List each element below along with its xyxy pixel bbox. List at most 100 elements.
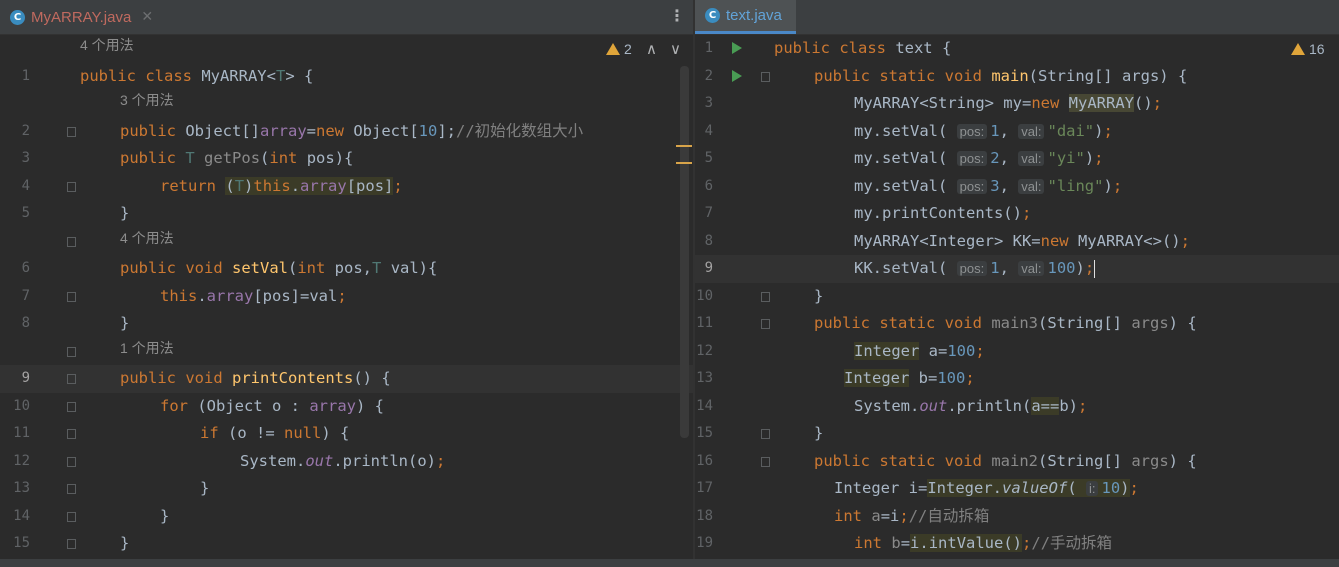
code-line[interactable]: 9 KK.setVal( pos: 1, val: 100); — [695, 255, 1339, 283]
code-line[interactable]: 18 int a=i;//自动拆箱 — [695, 503, 1339, 531]
code-line[interactable]: 12 Integer a=100; — [695, 338, 1339, 366]
line-number[interactable]: 16 — [695, 448, 713, 476]
line-number[interactable]: 8 — [0, 310, 30, 338]
fold-marker-icon[interactable] — [67, 291, 76, 302]
warning-marker-stripe[interactable] — [676, 145, 692, 147]
previous-highlight-icon[interactable]: ∧ — [646, 40, 657, 58]
code-line[interactable]: 2 public static void main(String[] args) … — [695, 63, 1339, 91]
next-highlight-icon[interactable]: ∨ — [670, 40, 681, 58]
code-line[interactable]: 17 Integer i=Integer.valueOf( i: 10); — [695, 475, 1339, 503]
line-number[interactable]: 1 — [695, 35, 713, 63]
line-number[interactable]: 1 — [0, 63, 30, 91]
line-number[interactable]: 15 — [0, 530, 30, 558]
line-number[interactable]: 18 — [695, 503, 713, 531]
code-line[interactable]: 3 MyARRAY<String> my=new MyARRAY(); — [695, 90, 1339, 118]
line-number[interactable]: 11 — [0, 420, 30, 448]
code-line[interactable]: 11 if (o != null) { — [0, 420, 693, 448]
code-line[interactable]: 6 public void setVal(int pos,T val){ — [0, 255, 693, 283]
line-number[interactable]: 15 — [695, 420, 713, 448]
code-line[interactable]: 8} — [0, 310, 693, 338]
line-number[interactable]: 11 — [695, 310, 713, 338]
line-number[interactable]: 3 — [0, 145, 30, 173]
code-line[interactable]: 19 int b=i.intValue();//手动拆箱 — [695, 530, 1339, 558]
fold-marker-icon[interactable] — [67, 126, 76, 137]
fold-marker-icon[interactable] — [67, 346, 76, 357]
line-number[interactable]: 7 — [0, 283, 30, 311]
line-number[interactable]: 12 — [0, 448, 30, 476]
code-line[interactable]: 13 Integer b=100; — [695, 365, 1339, 393]
code-line[interactable]: 3 public T getPos(int pos){ — [0, 145, 693, 173]
line-number[interactable]: 2 — [0, 118, 30, 146]
tab-text-java[interactable]: C text.java — [695, 0, 796, 34]
line-number[interactable]: 14 — [0, 503, 30, 531]
line-number[interactable]: 3 — [695, 90, 713, 118]
code-line[interactable]: 2 public Object[]array=new Object[10];//初… — [0, 118, 693, 146]
fold-marker-icon[interactable] — [761, 291, 770, 302]
line-number[interactable]: 14 — [695, 393, 713, 421]
code-line[interactable]: 7 this.array[pos]=val; — [0, 283, 693, 311]
vertical-scrollbar[interactable] — [680, 66, 689, 438]
fold-marker-icon[interactable] — [67, 236, 76, 247]
fold-marker-icon[interactable] — [761, 456, 770, 467]
line-number[interactable]: 10 — [695, 283, 713, 311]
code-line[interactable]: 15} — [695, 420, 1339, 448]
line-number[interactable]: 12 — [695, 338, 713, 366]
line-number[interactable]: 5 — [0, 200, 30, 228]
code-line[interactable]: 13} — [0, 475, 693, 503]
run-gutter-icon[interactable] — [732, 69, 742, 82]
inspection-warnings-indicator[interactable]: 2 — [606, 41, 632, 57]
line-number[interactable]: 19 — [695, 530, 713, 558]
fold-marker-icon[interactable] — [67, 539, 76, 549]
code-line[interactable]: 5 my.setVal( pos: 2, val: "yi"); — [695, 145, 1339, 173]
fold-marker-icon[interactable] — [761, 429, 770, 439]
fold-marker-icon[interactable] — [67, 511, 76, 522]
inspection-warnings-indicator[interactable]: 16 — [1291, 41, 1325, 57]
right-code-editor[interactable]: 1 public class text {2 public static void … — [695, 35, 1339, 567]
code-line[interactable]: 14 System.out.println(a==b); — [695, 393, 1339, 421]
code-line[interactable]: 15} — [0, 530, 693, 558]
code-line[interactable]: 4 return (T)this.array[pos]; — [0, 173, 693, 201]
code-line[interactable]: 5} — [0, 200, 693, 228]
line-number[interactable]: 17 — [695, 475, 713, 503]
code-line[interactable]: 1 public class MyARRAY<T> { — [0, 63, 693, 91]
line-number[interactable]: 9 — [0, 365, 30, 393]
line-number[interactable]: 5 — [695, 145, 713, 173]
fold-marker-icon[interactable] — [67, 456, 76, 467]
line-number[interactable]: 4 — [0, 173, 30, 201]
code-line[interactable]: 14} — [0, 503, 693, 531]
code-line[interactable]: 12 System.out.println(o); — [0, 448, 693, 476]
warning-marker-stripe[interactable] — [676, 162, 692, 164]
line-number[interactable]: 6 — [695, 173, 713, 201]
line-number[interactable]: 2 — [695, 63, 713, 91]
code-line[interactable]: 6 my.setVal( pos: 3, val: "ling"); — [695, 173, 1339, 201]
code-line[interactable]: 4 my.setVal( pos: 1, val: "dai"); — [695, 118, 1339, 146]
fold-marker-icon[interactable] — [67, 401, 76, 412]
line-number[interactable]: 10 — [0, 393, 30, 421]
fold-marker-icon[interactable] — [67, 181, 76, 192]
usage-hint-line[interactable]: 4 个用法 — [0, 228, 693, 256]
fold-marker-icon[interactable] — [761, 71, 770, 82]
code-line[interactable]: 1 public class text { — [695, 35, 1339, 63]
line-number[interactable]: 9 — [695, 255, 713, 283]
code-line[interactable]: 10} — [695, 283, 1339, 311]
fold-marker-icon[interactable] — [67, 429, 76, 439]
line-number[interactable]: 13 — [695, 365, 713, 393]
usage-hint-line[interactable]: 4 个用法 — [0, 35, 693, 63]
code-line[interactable]: 11 public static void main3(String[] args… — [695, 310, 1339, 338]
line-number[interactable]: 8 — [695, 228, 713, 256]
code-line[interactable]: 7 my.printContents(); — [695, 200, 1339, 228]
usage-hint-line[interactable]: 3 个用法 — [0, 90, 693, 118]
tab-myarray-java[interactable]: C MyARRAY.java ✕ — [10, 0, 161, 34]
fold-marker-icon[interactable] — [761, 319, 770, 329]
code-line[interactable]: 9 public void printContents() { — [0, 365, 693, 393]
left-code-editor[interactable]: 4 个用法 1 public class MyARRAY<T> {3 个用法 2 pub… — [0, 35, 693, 567]
line-number[interactable]: 6 — [0, 255, 30, 283]
line-number[interactable]: 7 — [695, 200, 713, 228]
code-line[interactable]: 8 MyARRAY<Integer> KK=new MyARRAY<>(); — [695, 228, 1339, 256]
fold-marker-icon[interactable] — [67, 484, 76, 494]
run-gutter-icon[interactable] — [732, 42, 742, 54]
line-number[interactable]: 4 — [695, 118, 713, 146]
code-line[interactable]: 16 public static void main2(String[] args… — [695, 448, 1339, 476]
code-line[interactable]: 10 for (Object o : array) { — [0, 393, 693, 421]
line-number[interactable]: 13 — [0, 475, 30, 503]
